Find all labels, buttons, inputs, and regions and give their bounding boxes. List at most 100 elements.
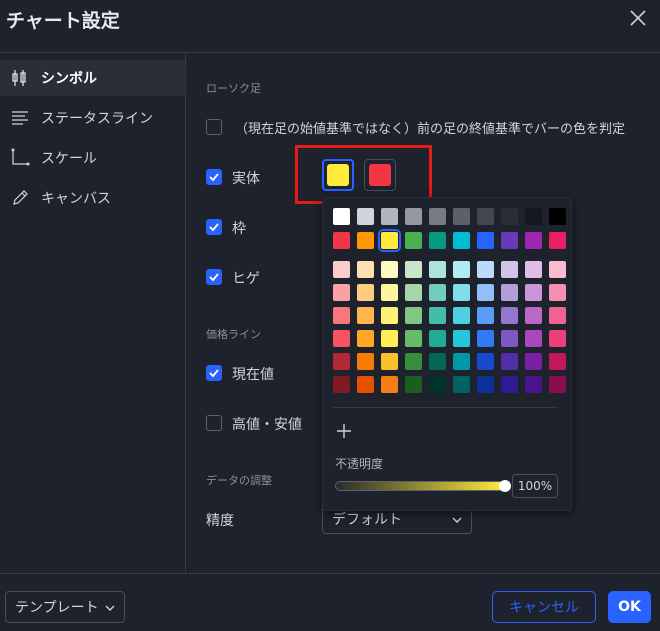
palette-swatch[interactable] bbox=[549, 330, 566, 347]
palette-swatch[interactable] bbox=[501, 330, 518, 347]
close-icon[interactable] bbox=[626, 6, 650, 30]
palette-swatch[interactable] bbox=[429, 284, 446, 301]
palette-swatch[interactable] bbox=[357, 330, 374, 347]
palette-swatch[interactable] bbox=[333, 232, 350, 249]
palette-swatch[interactable] bbox=[525, 353, 542, 370]
palette-swatch[interactable] bbox=[381, 330, 398, 347]
palette-swatch[interactable] bbox=[549, 261, 566, 278]
palette-swatch[interactable] bbox=[477, 376, 494, 393]
palette-swatch[interactable] bbox=[381, 353, 398, 370]
palette-swatch[interactable] bbox=[501, 353, 518, 370]
palette-swatch[interactable] bbox=[453, 353, 470, 370]
palette-swatch[interactable] bbox=[357, 284, 374, 301]
palette-swatch[interactable] bbox=[525, 208, 542, 225]
palette-swatch[interactable] bbox=[501, 232, 518, 249]
palette-swatch[interactable] bbox=[429, 307, 446, 324]
palette-swatch[interactable] bbox=[501, 307, 518, 324]
palette-swatch[interactable] bbox=[453, 307, 470, 324]
sidebar-item-scale[interactable]: スケール bbox=[0, 140, 185, 176]
opacity-slider-knob[interactable] bbox=[499, 480, 511, 492]
palette-swatch[interactable] bbox=[525, 376, 542, 393]
palette-swatch[interactable] bbox=[453, 261, 470, 278]
palette-swatch[interactable] bbox=[477, 307, 494, 324]
palette-swatch[interactable] bbox=[429, 208, 446, 225]
palette-swatch[interactable] bbox=[429, 330, 446, 347]
opacity-slider[interactable] bbox=[335, 481, 505, 491]
cancel-button[interactable]: キャンセル bbox=[492, 591, 596, 623]
palette-swatch[interactable] bbox=[549, 208, 566, 225]
border-checkbox[interactable] bbox=[206, 219, 222, 235]
palette-swatch[interactable] bbox=[525, 261, 542, 278]
ok-button[interactable]: OK bbox=[608, 591, 651, 623]
palette-swatch[interactable] bbox=[381, 376, 398, 393]
template-select[interactable]: テンプレート bbox=[5, 591, 125, 623]
palette-swatch[interactable] bbox=[405, 330, 422, 347]
palette-swatch[interactable] bbox=[453, 284, 470, 301]
palette-swatch[interactable] bbox=[453, 232, 470, 249]
palette-swatch[interactable] bbox=[501, 284, 518, 301]
palette-swatch[interactable] bbox=[525, 232, 542, 249]
palette-swatch[interactable] bbox=[333, 284, 350, 301]
palette-swatch[interactable] bbox=[453, 208, 470, 225]
palette-swatch[interactable] bbox=[429, 376, 446, 393]
palette-swatch[interactable] bbox=[405, 208, 422, 225]
palette-swatch[interactable] bbox=[405, 376, 422, 393]
palette-swatch[interactable] bbox=[429, 261, 446, 278]
opacity-input[interactable]: 100% bbox=[512, 474, 558, 498]
palette-swatch[interactable] bbox=[381, 208, 398, 225]
palette-swatch[interactable] bbox=[381, 284, 398, 301]
palette-swatch[interactable] bbox=[357, 353, 374, 370]
palette-swatch[interactable] bbox=[525, 284, 542, 301]
palette-swatch[interactable] bbox=[477, 284, 494, 301]
body-up-color-button[interactable] bbox=[322, 159, 354, 191]
palette-swatch[interactable] bbox=[477, 261, 494, 278]
palette-swatch[interactable] bbox=[333, 376, 350, 393]
palette-swatch[interactable] bbox=[477, 353, 494, 370]
palette-swatch[interactable] bbox=[357, 376, 374, 393]
palette-swatch[interactable] bbox=[357, 232, 374, 249]
palette-swatch[interactable] bbox=[333, 353, 350, 370]
palette-swatch[interactable] bbox=[378, 229, 401, 252]
body-down-color-button[interactable] bbox=[364, 159, 396, 191]
palette-swatch[interactable] bbox=[477, 208, 494, 225]
palette-swatch[interactable] bbox=[333, 330, 350, 347]
palette-swatch[interactable] bbox=[501, 376, 518, 393]
palette-swatch[interactable] bbox=[549, 353, 566, 370]
palette-swatch[interactable] bbox=[477, 232, 494, 249]
sidebar-item-status-line[interactable]: ステータスライン bbox=[0, 100, 185, 136]
palette-swatch[interactable] bbox=[333, 307, 350, 324]
palette-swatch[interactable] bbox=[429, 232, 446, 249]
palette-swatch[interactable] bbox=[381, 307, 398, 324]
wick-checkbox[interactable] bbox=[206, 269, 222, 285]
palette-swatch[interactable] bbox=[405, 261, 422, 278]
palette-swatch[interactable] bbox=[453, 330, 470, 347]
palette-swatch[interactable] bbox=[357, 307, 374, 324]
palette-swatch[interactable] bbox=[525, 330, 542, 347]
body-checkbox[interactable] bbox=[206, 169, 222, 185]
sidebar-item-canvas[interactable]: キャンバス bbox=[0, 180, 185, 216]
palette-swatch[interactable] bbox=[333, 261, 350, 278]
palette-swatch[interactable] bbox=[357, 208, 374, 225]
palette-swatch[interactable] bbox=[405, 307, 422, 324]
palette-swatch[interactable] bbox=[549, 307, 566, 324]
palette-swatch[interactable] bbox=[477, 330, 494, 347]
palette-swatch[interactable] bbox=[549, 376, 566, 393]
palette-swatch[interactable] bbox=[453, 376, 470, 393]
palette-swatch[interactable] bbox=[405, 232, 422, 249]
palette-swatch[interactable] bbox=[525, 307, 542, 324]
high-low-checkbox[interactable] bbox=[206, 415, 222, 431]
palette-swatch[interactable] bbox=[549, 232, 566, 249]
sidebar-item-symbol[interactable]: シンボル bbox=[0, 60, 185, 96]
last-price-checkbox[interactable] bbox=[206, 365, 222, 381]
palette-swatch[interactable] bbox=[381, 261, 398, 278]
palette-swatch[interactable] bbox=[357, 261, 374, 278]
palette-swatch[interactable] bbox=[501, 261, 518, 278]
palette-swatch[interactable] bbox=[429, 353, 446, 370]
palette-swatch[interactable] bbox=[501, 208, 518, 225]
plus-icon[interactable] bbox=[335, 422, 353, 440]
palette-swatch[interactable] bbox=[405, 284, 422, 301]
palette-swatch[interactable] bbox=[405, 353, 422, 370]
palette-swatch[interactable] bbox=[549, 284, 566, 301]
prev-close-color-checkbox[interactable] bbox=[206, 119, 222, 135]
palette-swatch[interactable] bbox=[333, 208, 350, 225]
